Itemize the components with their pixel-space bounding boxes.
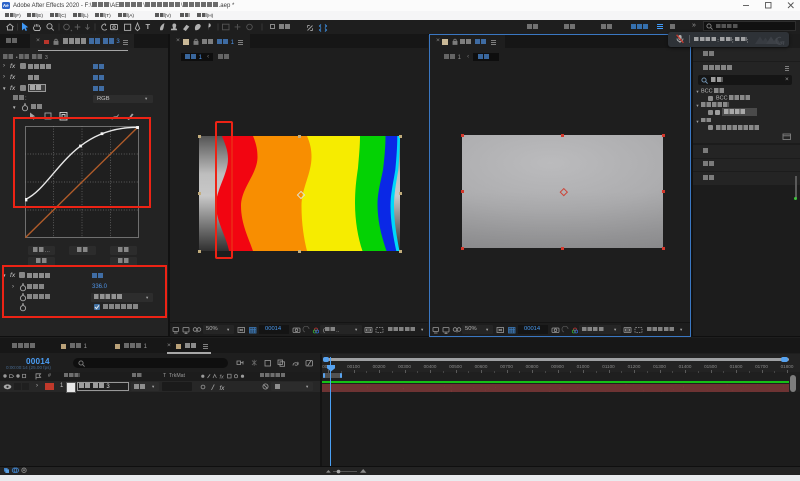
svg-text:fx: fx [220, 385, 226, 391]
svg-text:fx: fx [220, 374, 225, 380]
